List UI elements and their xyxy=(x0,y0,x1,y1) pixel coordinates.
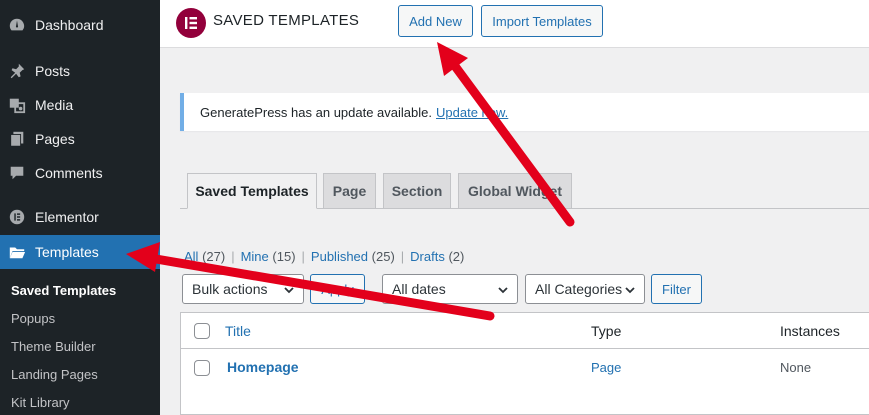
sidebar-item-label: Media xyxy=(35,97,74,113)
submenu-theme-builder[interactable]: Theme Builder xyxy=(11,339,96,354)
elementor-header: SAVED TEMPLATES Add New Import Templates xyxy=(160,0,869,48)
separator: | xyxy=(400,249,405,264)
dashboard-icon xyxy=(7,15,27,35)
bulk-actions-value: Bulk actions xyxy=(192,281,268,297)
tab-section[interactable]: Section xyxy=(383,173,451,209)
filter-drafts-label: Drafts xyxy=(410,249,445,264)
submenu-popups[interactable]: Popups xyxy=(11,311,55,326)
filter-drafts-count: (2) xyxy=(448,249,465,264)
tab-global-widget[interactable]: Global Widget xyxy=(458,173,572,209)
filter-published-label: Published xyxy=(310,249,369,264)
table-header: Title Type Instances xyxy=(181,313,869,349)
chevron-down-icon xyxy=(624,283,636,299)
filter-published-link[interactable]: Published (25) xyxy=(311,249,395,264)
column-instances: Instances xyxy=(780,323,840,339)
row-instances: None xyxy=(780,360,812,375)
filter-published-count: (25) xyxy=(371,249,395,264)
status-filter-links: All (27) | Mine (15) | Published (25) | … xyxy=(184,249,464,264)
select-all-checkbox[interactable] xyxy=(194,323,210,339)
separator: | xyxy=(231,249,235,264)
row-title-link[interactable]: Homepage xyxy=(227,359,299,375)
import-templates-button[interactable]: Import Templates xyxy=(481,5,603,37)
sidebar-item-label: Posts xyxy=(35,63,71,79)
add-new-button[interactable]: Add New xyxy=(398,5,473,37)
column-type: Type xyxy=(591,323,622,339)
filter-drafts-link[interactable]: Drafts (2) xyxy=(410,249,464,264)
dates-select[interactable]: All dates xyxy=(382,274,518,304)
update-now-link[interactable]: Update now. xyxy=(436,105,508,120)
sidebar-item-label: Dashboard xyxy=(35,17,104,33)
sidebar-item-templates[interactable]: Templates xyxy=(0,235,160,269)
tab-page[interactable]: Page xyxy=(323,173,376,209)
row-checkbox[interactable] xyxy=(194,360,210,376)
comments-icon xyxy=(7,163,27,183)
filter-all-label: All xyxy=(184,249,199,264)
filter-mine-count: (15) xyxy=(272,249,296,264)
chevron-down-icon xyxy=(283,283,295,299)
folder-icon xyxy=(7,242,27,262)
dates-value: All dates xyxy=(392,281,446,297)
submenu-saved-templates[interactable]: Saved Templates xyxy=(11,283,116,298)
sidebar-item-elementor[interactable]: Elementor xyxy=(0,200,160,234)
sidebar-item-label: Templates xyxy=(35,244,99,260)
submenu-landing-pages[interactable]: Landing Pages xyxy=(11,367,98,382)
page-title: SAVED TEMPLATES xyxy=(213,12,360,29)
filter-all-link[interactable]: All (27) xyxy=(184,249,225,264)
notice-text: GeneratePress has an update available. xyxy=(200,104,432,120)
filter-button[interactable]: Filter xyxy=(651,274,702,304)
filter-mine-label: Mine xyxy=(240,249,269,264)
media-icon xyxy=(7,95,27,115)
filter-mine-link[interactable]: Mine (15) xyxy=(241,249,296,264)
sidebar-item-comments[interactable]: Comments xyxy=(0,156,160,190)
categories-value: All Categories xyxy=(535,281,623,297)
elementor-logo-icon xyxy=(176,8,206,38)
apply-button[interactable]: Apply xyxy=(310,274,365,304)
sidebar-item-posts[interactable]: Posts xyxy=(0,54,160,88)
sidebar-item-label: Elementor xyxy=(35,209,99,225)
elementor-icon xyxy=(7,207,27,227)
pin-icon xyxy=(7,61,27,81)
sidebar-item-label: Comments xyxy=(35,165,103,181)
sidebar-item-pages[interactable]: Pages xyxy=(0,122,160,156)
admin-sidebar: Dashboard Posts Media Pages Comments Ele… xyxy=(0,0,160,415)
templates-table: Title Type Instances Homepage Page None xyxy=(180,312,869,415)
bulk-actions-select[interactable]: Bulk actions xyxy=(182,274,304,304)
categories-select[interactable]: All Categories xyxy=(525,274,645,304)
separator: | xyxy=(301,249,305,264)
submenu-kit-library[interactable]: Kit Library xyxy=(11,395,70,410)
chevron-down-icon xyxy=(497,283,509,299)
pages-icon xyxy=(7,129,27,149)
row-type-link[interactable]: Page xyxy=(591,360,621,375)
tab-saved-templates[interactable]: Saved Templates xyxy=(187,173,317,209)
sidebar-item-media[interactable]: Media xyxy=(0,88,160,122)
filter-all-count: (27) xyxy=(202,249,226,264)
sidebar-item-dashboard[interactable]: Dashboard xyxy=(0,8,160,42)
update-notice: GeneratePress has an update available. U… xyxy=(180,93,869,131)
sidebar-item-label: Pages xyxy=(35,131,75,147)
column-title[interactable]: Title xyxy=(225,323,251,339)
